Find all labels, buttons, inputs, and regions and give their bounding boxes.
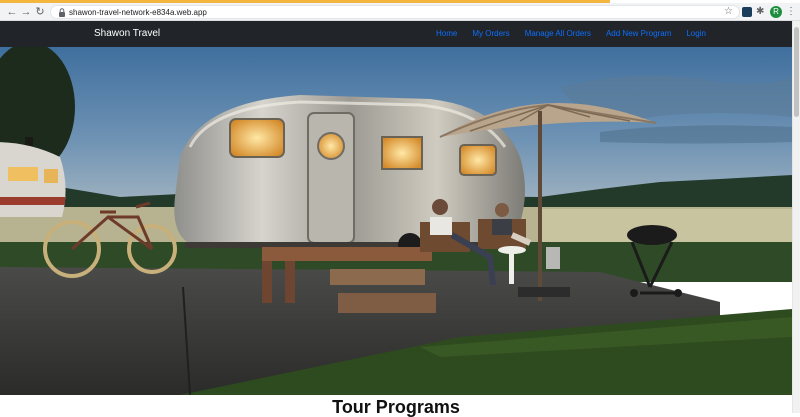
profile-avatar[interactable]: R <box>770 6 782 18</box>
nav-home[interactable]: Home <box>436 28 457 42</box>
bookmark-star-icon[interactable]: ☆ <box>724 6 733 18</box>
scrollbar-thumb[interactable] <box>794 27 799 117</box>
page-scrollbar[interactable] <box>792 21 800 413</box>
puzzle-icon[interactable]: ✱ <box>756 7 766 17</box>
hero-banner-image <box>0 47 792 395</box>
section-title-tour-programs: Tour Programs <box>332 397 460 417</box>
hero-illustration <box>0 47 792 395</box>
nav-links: Home My Orders Manage All Orders Add New… <box>436 28 721 42</box>
forward-icon[interactable]: → <box>20 6 32 18</box>
nav-manage-all-orders[interactable]: Manage All Orders <box>525 28 591 42</box>
url-text: shawon-travel-network-e834a.web.app <box>69 8 207 17</box>
reload-icon[interactable]: ↻ <box>34 6 46 18</box>
back-icon[interactable]: ← <box>6 6 18 18</box>
nav-add-new-program[interactable]: Add New Program <box>606 28 671 42</box>
nav-my-orders[interactable]: My Orders <box>472 28 509 42</box>
site-brand[interactable]: Shawon Travel <box>94 27 160 41</box>
address-bar[interactable]: shawon-travel-network-e834a.web.app ☆ <box>50 5 740 19</box>
extension-icon[interactable] <box>742 7 752 17</box>
lock-icon <box>59 8 65 17</box>
browser-toolbar: ← → ↻ shawon-travel-network-e834a.web.ap… <box>0 3 800 21</box>
menu-dots-icon[interactable]: ⋮ <box>786 6 796 18</box>
site-navbar: Shawon Travel Home My Orders Manage All … <box>0 21 792 47</box>
nav-login[interactable]: Login <box>686 28 706 42</box>
